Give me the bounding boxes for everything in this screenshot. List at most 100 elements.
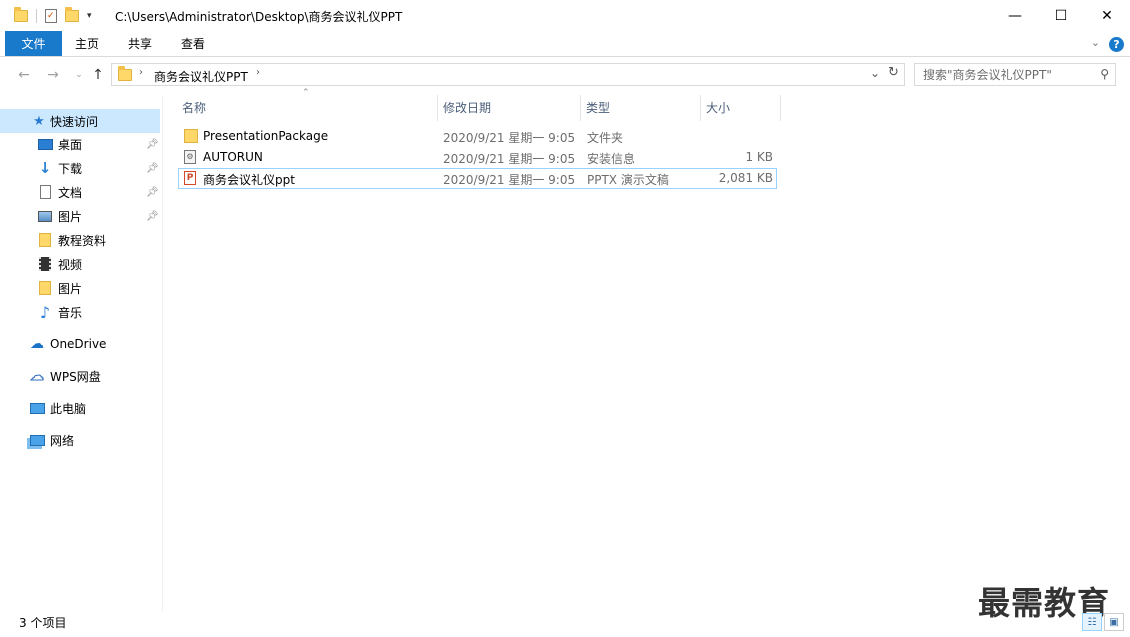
address-bar[interactable]: › 商务会议礼仪PPT › ⌄ ↻ [111, 63, 905, 86]
expand-ribbon-icon[interactable]: ⌄ [1091, 36, 1100, 49]
pin-icon[interactable]: 📌︎ [146, 163, 159, 174]
column-header-date[interactable]: 修改日期 [437, 95, 580, 120]
tab-file[interactable]: 文件 [5, 31, 62, 56]
tab-home[interactable]: 主页 [75, 31, 99, 56]
sidebar-item-label: 下载 [58, 161, 83, 176]
refresh-icon[interactable]: ↻ [888, 65, 899, 80]
column-header-size[interactable]: 大小 [700, 95, 780, 120]
star-icon: ★ [33, 113, 45, 129]
search-icon[interactable]: ⚲ [1100, 67, 1109, 81]
minimize-button[interactable]: — [992, 0, 1038, 31]
file-row-selected[interactable]: P 商务会议礼仪ppt 2020/9/21 星期一 9:05 PPTX 演示文稿… [178, 168, 777, 189]
sidebar-item-documents[interactable]: 文档 📌︎ [0, 180, 160, 204]
back-button[interactable]: ← [15, 66, 33, 84]
file-type: 安装信息 [587, 152, 636, 166]
chevron-down-icon: ⌄ [75, 70, 83, 80]
forward-button[interactable]: → [44, 66, 62, 84]
file-size: 1 KB [745, 150, 773, 164]
music-icon: ♪ [39, 302, 51, 322]
title-bar: ✓ ▾ C:\Users\Administrator\Desktop\商务会议礼… [0, 0, 1130, 31]
sidebar-item-pictures[interactable]: 图片 📌︎ [0, 204, 160, 228]
desktop-icon [37, 136, 53, 152]
sidebar-item-label: 网络 [50, 433, 75, 448]
sidebar-item-label: OneDrive [50, 337, 107, 351]
search-box[interactable]: ⚲ [914, 63, 1116, 86]
tab-share[interactable]: 共享 [128, 31, 152, 56]
sidebar-item-quick-access[interactable]: ★ 快速访问 [0, 109, 160, 133]
column-header-type[interactable]: 类型 [580, 95, 700, 120]
large-icons-view-button[interactable]: ▣ [1104, 613, 1124, 631]
pictures-icon [37, 208, 53, 224]
folder-icon [37, 280, 53, 296]
close-icon: ✕ [1101, 7, 1113, 24]
pin-icon[interactable]: 📌︎ [146, 139, 159, 150]
sidebar-item-network[interactable]: 网络 [0, 428, 160, 452]
quick-access-toolbar: ✓ ▾ [14, 7, 92, 25]
breadcrumb[interactable]: 商务会议礼仪PPT [154, 68, 248, 85]
pptx-file-icon: P [184, 171, 198, 185]
status-item-count: 3 个项目 [19, 616, 67, 630]
sidebar-item-pictures-folder[interactable]: 图片 [0, 276, 160, 300]
folder-icon [184, 129, 198, 143]
address-dropdown-icon[interactable]: ⌄ [870, 66, 880, 80]
details-view-icon: ☷ [1087, 616, 1097, 628]
sidebar-item-label: 音乐 [58, 305, 83, 320]
arrow-right-icon: → [47, 67, 59, 83]
sidebar-item-label: 文档 [58, 185, 83, 200]
navigation-pane: ★ 快速访问 桌面 📌︎ ↓ 下载 📌︎ 文档 📌︎ 图片 📌︎ 教程资料 视频… [0, 96, 163, 611]
new-folder-icon[interactable] [65, 7, 79, 22]
file-row[interactable]: ⚙ AUTORUN 2020/9/21 星期一 9:05 安装信息 1 KB [178, 147, 777, 168]
properties-icon[interactable]: ✓ [45, 9, 57, 23]
maximize-button[interactable]: ☐ [1038, 0, 1084, 31]
sidebar-item-label: 教程资料 [58, 233, 107, 248]
sidebar-item-label: 快速访问 [50, 114, 99, 129]
close-button[interactable]: ✕ [1084, 0, 1130, 31]
customize-dropdown-icon[interactable]: ▾ [87, 11, 92, 21]
network-icon [29, 432, 45, 448]
minimize-icon: — [1008, 7, 1022, 24]
tab-view[interactable]: 查看 [181, 31, 205, 56]
sidebar-item-onedrive[interactable]: ☁ OneDrive [0, 332, 160, 356]
sidebar-item-downloads[interactable]: ↓ 下载 📌︎ [0, 156, 160, 180]
folder-icon [37, 232, 53, 248]
help-button[interactable]: ? [1109, 37, 1124, 52]
toolbar-divider [36, 9, 37, 23]
recent-locations-button[interactable]: ⌄ [70, 66, 88, 84]
sidebar-item-tutorials[interactable]: 教程资料 [0, 228, 160, 252]
details-view-button[interactable]: ☷ [1082, 613, 1102, 631]
sidebar-item-this-pc[interactable]: 此电脑 [0, 396, 160, 420]
sidebar-item-label: 桌面 [58, 137, 83, 152]
up-button[interactable]: ↑ [89, 66, 107, 84]
large-icons-view-icon: ▣ [1109, 616, 1119, 628]
sidebar-item-wps-cloud[interactable]: ☁ WPS网盘 [0, 364, 160, 388]
column-header-name[interactable]: 名称 [176, 95, 437, 120]
file-row[interactable]: PresentationPackage 2020/9/21 星期一 9:05 文… [178, 126, 777, 147]
pin-icon[interactable]: 📌︎ [146, 187, 159, 198]
chevron-right-icon[interactable]: › [256, 67, 260, 78]
window-title: C:\Users\Administrator\Desktop\商务会议礼仪PPT [115, 10, 403, 24]
sidebar-item-music[interactable]: ♪ 音乐 [0, 300, 160, 324]
folder-icon[interactable] [14, 7, 28, 22]
sidebar-item-label: 图片 [58, 281, 83, 296]
sidebar-item-label: 视频 [58, 257, 83, 272]
file-type: 文件夹 [587, 131, 624, 145]
video-icon [37, 256, 53, 272]
settings-file-icon: ⚙ [184, 150, 198, 164]
file-size: 2,081 KB [718, 171, 773, 185]
file-date: 2020/9/21 星期一 9:05 [443, 152, 576, 166]
ribbon: 文件 主页 共享 查看 ⌄ ? [0, 31, 1130, 57]
file-date: 2020/9/21 星期一 9:05 [443, 173, 576, 187]
sidebar-item-videos[interactable]: 视频 [0, 252, 160, 276]
computer-icon [29, 400, 45, 416]
sidebar-item-label: 图片 [58, 209, 83, 224]
sidebar-item-desktop[interactable]: 桌面 📌︎ [0, 132, 160, 156]
arrow-left-icon: ← [18, 67, 30, 83]
search-input[interactable] [915, 64, 1090, 85]
folder-icon [118, 66, 132, 81]
column-divider[interactable] [780, 95, 781, 121]
file-date: 2020/9/21 星期一 9:05 [443, 131, 576, 145]
cloud-icon: ☁ [30, 336, 44, 352]
chevron-right-icon: › [139, 67, 143, 78]
download-icon: ↓ [38, 159, 52, 177]
pin-icon[interactable]: 📌︎ [146, 211, 159, 222]
